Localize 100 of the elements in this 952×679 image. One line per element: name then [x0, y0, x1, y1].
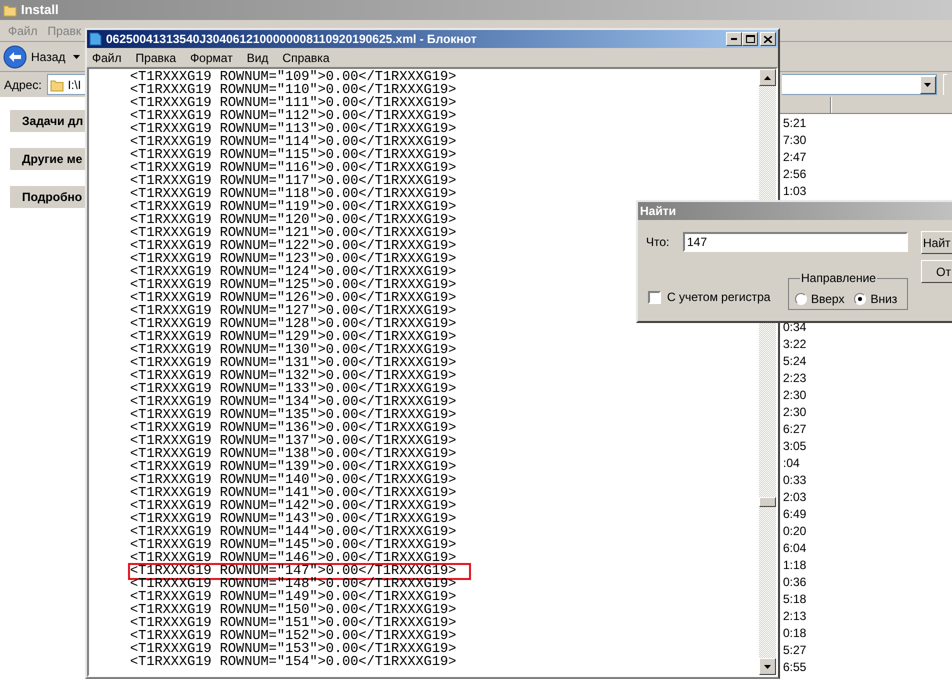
code-line: <T1RXXXG19 ROWNUM="114">0.00</T1RXXXG19>: [130, 136, 456, 149]
window-title: 06250041313540J3040612100000008110920190625.xml - Блокнот: [106, 31, 478, 48]
time-cell: 2:13: [783, 608, 806, 625]
address-field[interactable]: I:\I: [46, 74, 87, 95]
code-line: <T1RXXXG19 ROWNUM="119">0.00</T1RXXXG19>: [130, 201, 456, 214]
code-line: <T1RXXXG19 ROWNUM="140">0.00</T1RXXXG19>: [130, 474, 456, 487]
dialog-button[interactable]: От: [921, 260, 952, 283]
menu-item[interactable]: Формат: [190, 48, 233, 66]
code-line: <T1RXXXG19 ROWNUM="113">0.00</T1RXXXG19>: [130, 123, 456, 136]
scroll-down-button[interactable]: [759, 658, 776, 675]
code-line: <T1RXXXG19 ROWNUM="122">0.00</T1RXXXG19>: [130, 240, 456, 253]
notepad-icon: [89, 32, 102, 46]
time-cell: 0:36: [783, 574, 806, 591]
time-cell: 0:33: [783, 472, 806, 489]
code-line: <T1RXXXG19 ROWNUM="109">0.00</T1RXXXG19>: [130, 71, 456, 84]
code-line: <T1RXXXG19 ROWNUM="112">0.00</T1RXXXG19>: [130, 110, 456, 123]
code-line: <T1RXXXG19 ROWNUM="118">0.00</T1RXXXG19>: [130, 188, 456, 201]
code-line: <T1RXXXG19 ROWNUM="133">0.00</T1RXXXG19>: [130, 383, 456, 396]
maximize-button[interactable]: [742, 32, 758, 46]
scroll-thumb[interactable]: [759, 497, 776, 507]
time-cell: 2:30: [783, 387, 806, 404]
folder-icon: [50, 78, 64, 92]
menu-item[interactable]: Вид: [246, 48, 268, 66]
code-line: <T1RXXXG19 ROWNUM="145">0.00</T1RXXXG19>: [130, 539, 456, 552]
code-line: <T1RXXXG19 ROWNUM="150">0.00</T1RXXXG19>: [130, 604, 456, 617]
code-line: <T1RXXXG19 ROWNUM="131">0.00</T1RXXXG19>: [130, 357, 456, 370]
time-cell: 6:49: [783, 506, 806, 523]
code-line: <T1RXXXG19 ROWNUM="152">0.00</T1RXXXG19>: [130, 630, 456, 643]
menu-item[interactable]: Файл: [92, 48, 122, 66]
code-line: <T1RXXXG19 ROWNUM="132">0.00</T1RXXXG19>: [130, 370, 456, 383]
task-panel-header[interactable]: Подробно: [10, 186, 85, 208]
arrow-down-icon: [764, 664, 771, 668]
time-cell: 1:18: [783, 557, 806, 574]
back-button[interactable]: Назад: [3, 44, 66, 68]
code-line: <T1RXXXG19 ROWNUM="121">0.00</T1RXXXG19>: [130, 227, 456, 240]
time-cell: 2:03: [783, 489, 806, 506]
time-cell: 6:04: [783, 540, 806, 557]
code-line: <T1RXXXG19 ROWNUM="143">0.00</T1RXXXG19>: [130, 513, 456, 526]
code-line: <T1RXXXG19 ROWNUM="154">0.00</T1RXXXG19>: [130, 656, 456, 669]
code-line: <T1RXXXG19 ROWNUM="141">0.00</T1RXXXG19>: [130, 487, 456, 500]
search-field[interactable]: 147: [683, 232, 908, 252]
caret-icon: [924, 82, 932, 86]
radio-label: Вниз: [870, 290, 898, 308]
maximize-icon: [746, 35, 754, 43]
dropdown-button[interactable]: [920, 76, 936, 94]
code-line: <T1RXXXG19 ROWNUM="124">0.00</T1RXXXG19>: [130, 266, 456, 279]
time-cell: 7:30: [783, 132, 806, 149]
time-cell: 5:21: [783, 115, 806, 132]
address-text: I:\I: [68, 76, 82, 94]
code-line: <T1RXXXG19 ROWNUM="123">0.00</T1RXXXG19>: [130, 253, 456, 266]
code-line: <T1RXXXG19 ROWNUM="142">0.00</T1RXXXG19>: [130, 500, 456, 513]
code-line: <T1RXXXG19 ROWNUM="110">0.00</T1RXXXG19>: [130, 84, 456, 97]
time-cell: 5:27: [783, 642, 806, 659]
scroll-up-button[interactable]: [759, 69, 776, 86]
code-line: <T1RXXXG19 ROWNUM="111">0.00</T1RXXXG19>: [130, 97, 456, 110]
minimize-button[interactable]: [726, 32, 742, 46]
address-field[interactable]: [782, 74, 937, 95]
code-line: <T1RXXXG19 ROWNUM="115">0.00</T1RXXXG19>: [130, 149, 456, 162]
time-cell: 2:47: [783, 149, 806, 166]
time-cell: 1:03: [783, 183, 806, 200]
task-panel-header[interactable]: Другие ме: [10, 148, 85, 170]
dialog-title: Найти: [640, 203, 676, 220]
folder-icon: [3, 3, 17, 17]
code-line: <T1RXXXG19 ROWNUM="137">0.00</T1RXXXG19>: [130, 435, 456, 448]
code-line: <T1RXXXG19 ROWNUM="127">0.00</T1RXXXG19>: [130, 305, 456, 318]
window-title: Install: [21, 1, 59, 20]
code-line: <T1RXXXG19 ROWNUM="128">0.00</T1RXXXG19>: [130, 318, 456, 331]
time-cell: 3:22: [783, 336, 806, 353]
time-cell: 2:30: [783, 404, 806, 421]
time-cell: 0:20: [783, 523, 806, 540]
time-cell: 5:24: [783, 353, 806, 370]
code-line: <T1RXXXG19 ROWNUM="144">0.00</T1RXXXG19>: [130, 526, 456, 539]
code-line: <T1RXXXG19 ROWNUM="117">0.00</T1RXXXG19>: [130, 175, 456, 188]
code-line: <T1RXXXG19 ROWNUM="126">0.00</T1RXXXG19>: [130, 292, 456, 305]
close-icon: [764, 36, 772, 42]
radio-button[interactable]: [854, 292, 866, 304]
minimize-icon: [731, 38, 737, 40]
checkbox[interactable]: [648, 290, 661, 304]
time-cell: 6:55: [783, 659, 806, 676]
close-button[interactable]: [760, 32, 776, 46]
code-line: <T1RXXXG19 ROWNUM="120">0.00</T1RXXXG19>: [130, 214, 456, 227]
address-label: Адрес:: [4, 76, 42, 94]
menu-item[interactable]: Правка: [136, 48, 176, 66]
arrow-up-icon: [764, 76, 771, 80]
code-line: <T1RXXXG19 ROWNUM="153">0.00</T1RXXXG19>: [130, 643, 456, 656]
time-cell: 0:34: [783, 319, 806, 336]
menu-item[interactable]: Справка: [282, 48, 330, 66]
code-line: <T1RXXXG19 ROWNUM="125">0.00</T1RXXXG19>: [130, 279, 456, 292]
caret-icon[interactable]: [73, 54, 80, 58]
radio-button[interactable]: [795, 292, 807, 304]
code-line: <T1RXXXG19 ROWNUM="134">0.00</T1RXXXG19>: [130, 396, 456, 409]
code-line: <T1RXXXG19 ROWNUM="139">0.00</T1RXXXG19>: [130, 461, 456, 474]
time-cell: 5:18: [783, 591, 806, 608]
task-panel-header[interactable]: Задачи дл: [10, 110, 85, 132]
time-cell: 2:23: [783, 370, 806, 387]
group-label: Направление: [801, 271, 876, 285]
time-cell: :04: [783, 455, 800, 472]
dialog-button[interactable]: Найт: [921, 231, 952, 254]
radio-label: Вверх: [811, 290, 844, 308]
time-cell: 2:56: [783, 166, 806, 183]
